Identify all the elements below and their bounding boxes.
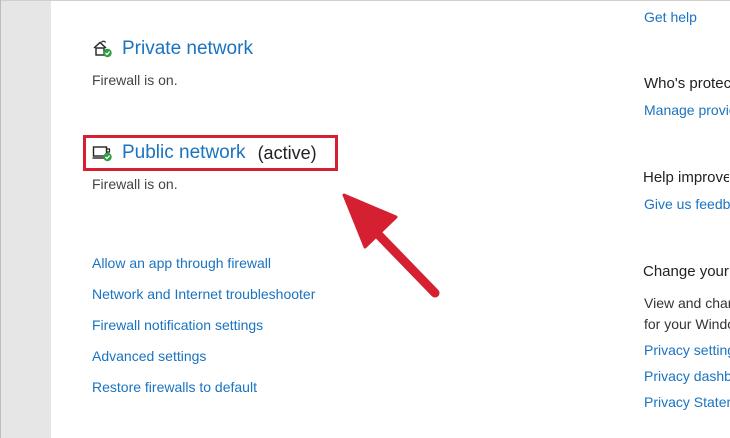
annotation-arrow — [342, 193, 440, 298]
